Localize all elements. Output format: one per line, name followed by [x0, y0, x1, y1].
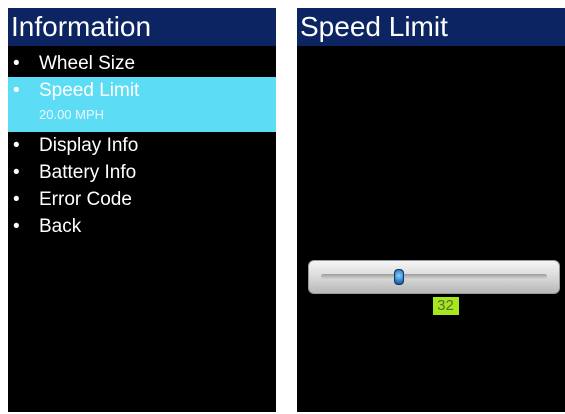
menu-item-label: Display Info: [39, 135, 139, 156]
menu-item-label: Wheel Size: [39, 53, 136, 74]
bullet-icon: •: [13, 162, 20, 183]
menu-item-back[interactable]: • Back: [8, 213, 276, 240]
menu-item-label: Error Code: [39, 189, 132, 210]
menu-item-battery-info[interactable]: • Battery Info: [8, 159, 276, 186]
menu-item-wheel-size[interactable]: • Wheel Size: [8, 50, 276, 77]
speed-limit-slider[interactable]: [308, 260, 560, 294]
menu-item-label: Speed Limit: [39, 80, 140, 101]
information-screen: Information • Wheel Size • Speed Limit 2…: [8, 8, 276, 412]
bullet-icon: •: [13, 189, 20, 210]
menu-item-display-info[interactable]: • Display Info: [8, 132, 276, 159]
information-title: Information: [8, 8, 276, 46]
slider-groove: [321, 274, 547, 279]
speed-limit-screen: Speed Limit 32: [297, 8, 565, 412]
bullet-icon: •: [13, 135, 20, 156]
bullet-icon: •: [13, 216, 20, 237]
information-menu: • Wheel Size • Speed Limit 20.00 MPH • D…: [8, 50, 276, 240]
speed-limit-title: Speed Limit: [297, 8, 565, 46]
bullet-icon: •: [13, 80, 20, 101]
menu-item-label: Battery Info: [39, 162, 137, 183]
menu-item-label: Back: [39, 216, 82, 237]
menu-item-speed-limit[interactable]: • Speed Limit 20.00 MPH: [8, 77, 276, 132]
slider-thumb[interactable]: [393, 269, 404, 285]
slider-value-badge: 32: [432, 297, 459, 315]
menu-item-error-code[interactable]: • Error Code: [8, 186, 276, 213]
bullet-icon: •: [13, 53, 20, 74]
speed-limit-value: 20.00 MPH: [39, 107, 105, 122]
